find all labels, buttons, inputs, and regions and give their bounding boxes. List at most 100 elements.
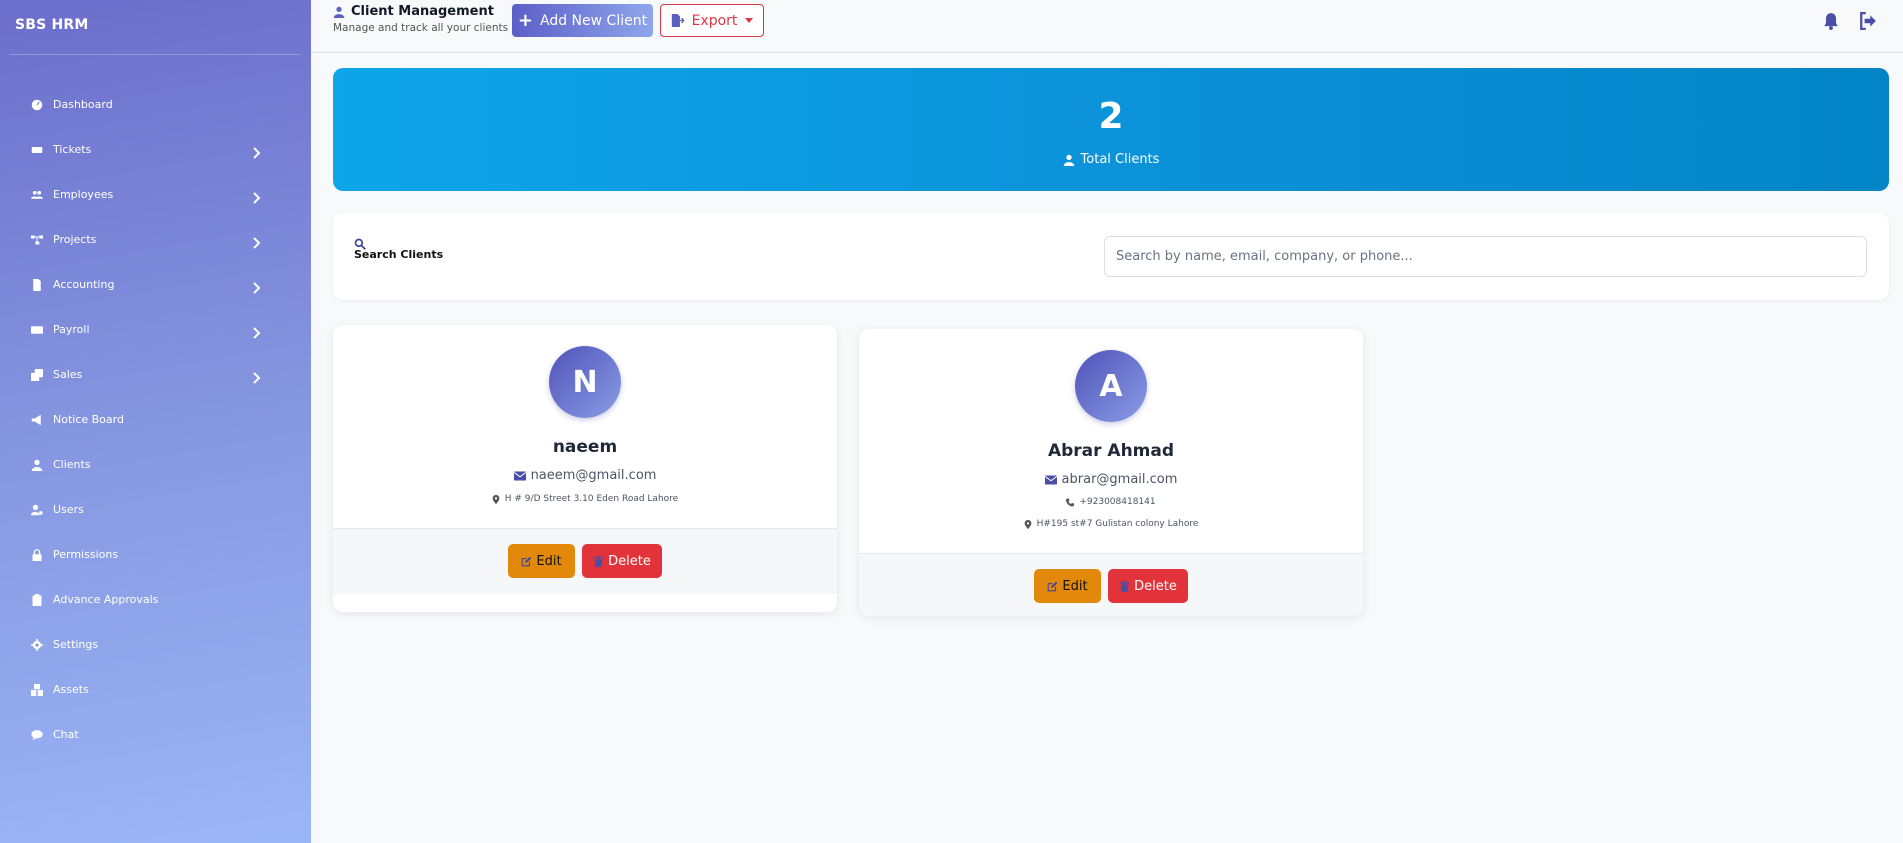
brand-logo[interactable]: SBS HRM	[15, 17, 89, 33]
sidebar-item-label: Users	[53, 503, 84, 516]
client-name: naeem	[552, 437, 618, 457]
chat-icon	[30, 728, 43, 741]
trash-icon	[593, 555, 604, 567]
chevron-right-icon	[251, 324, 261, 339]
avatar: N	[549, 346, 621, 418]
sidebar-item-projects[interactable]: Projects	[0, 217, 311, 262]
card-footer: Edit Delete	[859, 553, 1363, 616]
envelope-icon	[1044, 475, 1057, 484]
money-icon	[30, 323, 43, 336]
sidebar-item-label: Permissions	[53, 548, 119, 561]
client-address: H # 9/D Street 3.10 Eden Road Lahore	[504, 494, 679, 504]
total-clients-label-row: Total Clients	[333, 152, 1889, 167]
export-label: Export	[691, 12, 738, 29]
delete-button[interactable]: Delete	[582, 544, 662, 578]
sidebar-item-clients[interactable]: Clients	[0, 442, 311, 487]
sidebar-item-label: Accounting	[53, 278, 115, 291]
sidebar-item-advance-approvals[interactable]: Advance Approvals	[0, 577, 311, 622]
user-icon	[333, 6, 345, 18]
sidebar-item-accounting[interactable]: Accounting	[0, 262, 311, 307]
export-dropdown-button[interactable]: Export	[660, 4, 764, 37]
edit-button[interactable]: Edit	[1034, 569, 1101, 603]
total-clients-label: Total Clients	[1080, 152, 1160, 167]
delete-label: Delete	[608, 553, 651, 569]
sidebar-item-users[interactable]: Users	[0, 487, 311, 532]
sidebar-item-label: Payroll	[53, 323, 90, 336]
avatar: A	[1075, 350, 1147, 422]
edit-button[interactable]: Edit	[508, 544, 575, 578]
chevron-right-icon	[251, 234, 261, 249]
page-header: Client Management Manage and track all y…	[333, 4, 508, 34]
client-address-row: H#195 st#7 Gulistan colony Lahore	[859, 519, 1363, 529]
users-icon	[30, 188, 43, 201]
sitemap-icon	[30, 233, 43, 246]
sidebar-item-label: Assets	[53, 683, 89, 696]
sidebar-item-assets[interactable]: Assets	[0, 667, 311, 712]
sidebar-item-permissions[interactable]: Permissions	[0, 532, 311, 577]
bell-icon[interactable]	[1822, 12, 1842, 32]
logout-icon[interactable]	[1859, 12, 1879, 32]
sidebar-item-payroll[interactable]: Payroll	[0, 307, 311, 352]
sidebar-item-sales[interactable]: Sales	[0, 352, 311, 397]
file-invoice-icon	[30, 278, 43, 291]
lock-icon	[30, 548, 43, 561]
search-card: Search Clients	[333, 213, 1889, 300]
sidebar-item-label: Clients	[53, 458, 91, 471]
delete-label: Delete	[1134, 578, 1177, 594]
sidebar-item-chat[interactable]: Chat	[0, 712, 311, 757]
chevron-right-icon	[251, 189, 261, 204]
dashboard-icon	[30, 98, 43, 111]
sidebar-item-tickets[interactable]: Tickets	[0, 127, 311, 172]
add-client-button[interactable]: + Add New Client	[512, 4, 653, 37]
sidebar-item-label: Settings	[53, 638, 99, 651]
add-client-label: Add New Client	[540, 12, 648, 29]
delete-button[interactable]: Delete	[1108, 569, 1188, 603]
user-icon	[30, 458, 43, 471]
sidebar-item-notice-board[interactable]: Notice Board	[0, 397, 311, 442]
bullhorn-icon	[30, 413, 43, 426]
card-footer: Edit Delete	[333, 528, 837, 594]
clipboard-check-icon	[30, 593, 43, 606]
sidebar-item-dashboard[interactable]: Dashboard	[0, 82, 311, 127]
edit-label: Edit	[1062, 578, 1088, 594]
chevron-right-icon	[251, 279, 261, 294]
edit-icon	[522, 556, 532, 566]
user-cog-icon	[30, 503, 43, 516]
page-title: Client Management	[333, 4, 508, 19]
sidebar-divider	[10, 54, 301, 55]
sidebar-item-settings[interactable]: Settings	[0, 622, 311, 667]
client-card: A Abrar Ahmad abrar@gmail.com +923008418…	[859, 329, 1363, 616]
sidebar-item-employees[interactable]: Employees	[0, 172, 311, 217]
user-icon	[1063, 154, 1074, 166]
page-subtitle: Manage and track all your clients	[333, 22, 509, 34]
client-name: Abrar Ahmad	[1047, 441, 1175, 461]
trash-icon	[1119, 580, 1130, 592]
sidebar-item-label: Projects	[53, 233, 97, 246]
sidebar-item-label: Advance Approvals	[53, 593, 159, 606]
chevron-right-icon	[251, 144, 261, 159]
client-phone: +923008418141	[1079, 497, 1156, 507]
edit-icon	[1048, 581, 1058, 591]
total-clients-value: 2	[1098, 96, 1124, 137]
sidebar-item-label: Chat	[53, 728, 79, 741]
envelope-icon	[513, 471, 526, 480]
map-marker-icon	[492, 494, 500, 504]
sidebar-item-label: Tickets	[53, 143, 92, 156]
edit-label: Edit	[536, 553, 562, 569]
sidebar: SBS HRM Dashboard Tickets Employees Proj…	[0, 0, 311, 843]
sidebar-item-label: Sales	[53, 368, 83, 381]
total-clients-card: 2 Total Clients	[333, 68, 1889, 191]
ticket-icon	[30, 143, 43, 156]
client-email: abrar@gmail.com	[1061, 472, 1178, 487]
sidebar-item-label: Employees	[53, 188, 114, 201]
file-export-icon	[671, 14, 684, 27]
sidebar-nav: Dashboard Tickets Employees Projects Acc…	[0, 82, 311, 757]
client-email: naeem@gmail.com	[530, 468, 657, 483]
sidebar-item-label: Dashboard	[53, 98, 113, 111]
client-phone-row: +923008418141	[859, 497, 1363, 507]
sidebar-item-label: Notice Board	[53, 413, 124, 426]
client-card: N naeem naeem@gmail.com H # 9/D Street 3…	[333, 325, 837, 612]
phone-icon	[1066, 498, 1075, 506]
search-input[interactable]	[1104, 236, 1867, 277]
gear-icon	[30, 638, 43, 651]
